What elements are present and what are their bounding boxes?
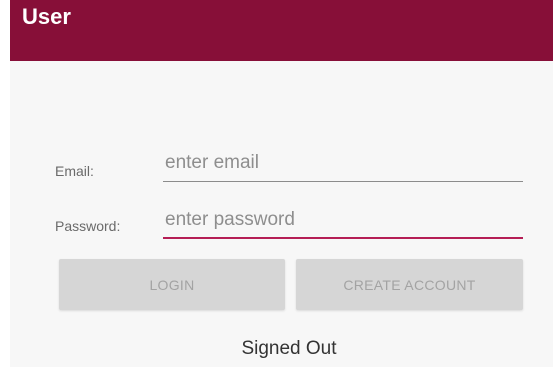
user-screen: User Email: Password: LOGIN CREATE ACCOU…: [0, 0, 553, 367]
window-edge: [0, 0, 10, 367]
email-label: Email:: [55, 163, 94, 179]
password-field-container: [163, 205, 523, 239]
sign-in-status: Signed Out: [241, 338, 337, 359]
app-title: User: [22, 4, 71, 29]
password-label: Password:: [55, 218, 121, 234]
create-account-button[interactable]: CREATE ACCOUNT: [296, 259, 523, 310]
app-bar: User: [10, 0, 553, 61]
email-underline: [163, 181, 523, 182]
email-input[interactable]: [163, 148, 521, 178]
password-input[interactable]: [163, 205, 521, 235]
login-button[interactable]: LOGIN: [59, 259, 285, 310]
password-underline: [163, 237, 523, 239]
email-field-container: [163, 148, 523, 182]
